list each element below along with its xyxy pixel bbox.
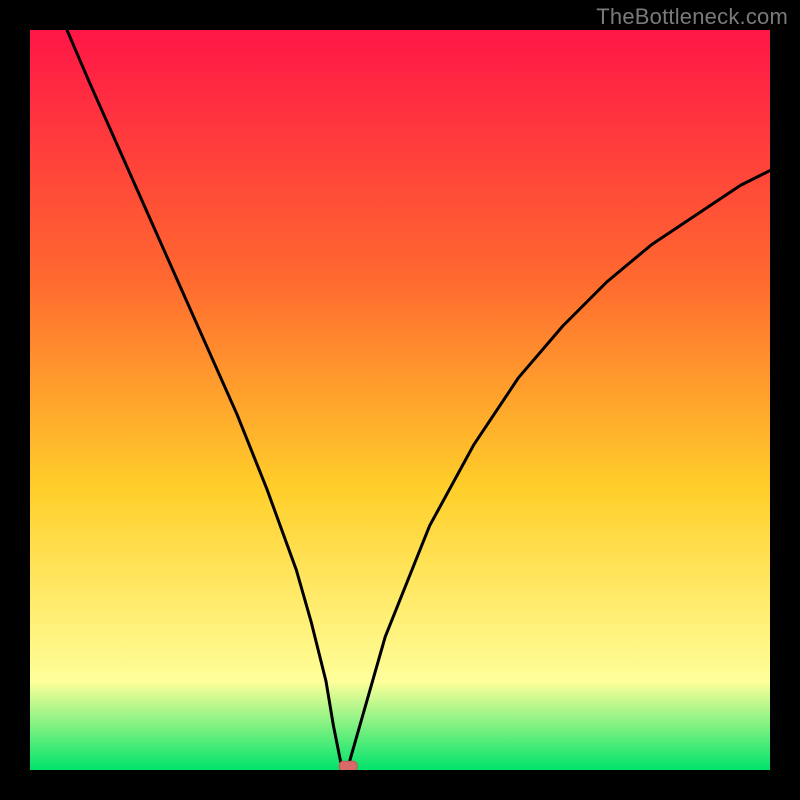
plot-area — [30, 30, 770, 770]
minimum-marker — [339, 761, 357, 770]
chart-frame: TheBottleneck.com — [0, 0, 800, 800]
bottleneck-chart — [30, 30, 770, 770]
watermark-text: TheBottleneck.com — [596, 4, 788, 30]
gradient-background — [30, 30, 770, 770]
